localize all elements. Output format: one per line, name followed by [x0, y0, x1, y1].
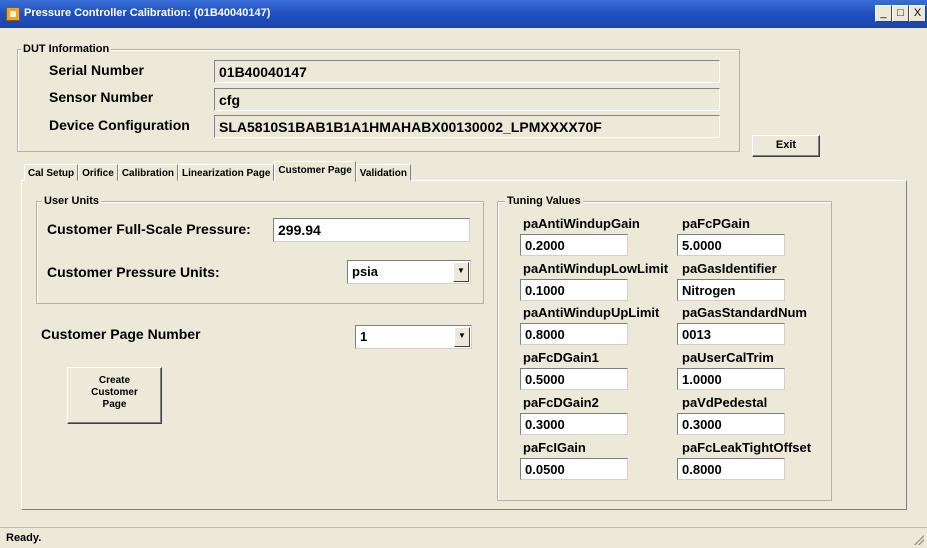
dropdown-arrow-icon[interactable]: ▼ — [453, 262, 469, 282]
device-configuration-label: Device Configuration — [49, 117, 190, 133]
minimize-button[interactable]: _ — [875, 5, 892, 22]
create-customer-page-button[interactable]: Create Customer Page — [67, 367, 162, 424]
app-icon — [6, 7, 20, 21]
tuning-label-paAntiWindupLowLimit: paAntiWindupLowLimit — [523, 261, 669, 276]
customer-pressure-units-select[interactable]: psia ▼ — [347, 260, 471, 284]
tuning-input-paAntiWindupGain[interactable]: 0.2000 — [520, 234, 628, 256]
user-units-label: User Units — [42, 195, 102, 207]
exit-button[interactable]: Exit — [752, 135, 820, 157]
tab-customer-page[interactable]: Customer Page — [274, 161, 356, 182]
tuning-label-paVdPedestal: paVdPedestal — [682, 395, 768, 410]
customer-page-number-label: Customer Page Number — [41, 326, 201, 342]
tuning-input-paAntiWindupLowLimit[interactable]: 0.1000 — [520, 279, 628, 301]
tuning-label-paFcIGain: paFcIGain — [523, 440, 586, 455]
tuning-values-label: Tuning Values — [505, 195, 583, 207]
tuning-label-paFcDGain2: paFcDGain2 — [523, 395, 599, 410]
tuning-label-paFcPGain: paFcPGain — [682, 216, 750, 231]
tab-calibration[interactable]: Calibration — [117, 164, 179, 181]
serial-number-label: Serial Number — [49, 62, 144, 78]
tuning-input-paFcPGain[interactable]: 5.0000 — [677, 234, 785, 256]
customer-page-number-select[interactable]: 1 ▼ — [355, 325, 472, 349]
customer-fullscale-label: Customer Full-Scale Pressure: — [47, 221, 251, 237]
tuning-input-paFcIGain[interactable]: 0.0500 — [520, 458, 628, 480]
user-units-group — [36, 201, 484, 304]
sensor-number-label: Sensor Number — [49, 89, 154, 105]
tuning-input-paFcDGain1[interactable]: 0.5000 — [520, 368, 628, 390]
customer-pressure-units-label: Customer Pressure Units: — [47, 264, 220, 280]
tuning-input-paGasStandardNum[interactable]: 0013 — [677, 323, 785, 345]
customer-page-number-value: 1 — [360, 329, 368, 344]
window-title: Pressure Controller Calibration: (01B400… — [24, 7, 271, 19]
tuning-label-paGasStandardNum: paGasStandardNum — [682, 305, 807, 320]
tuning-input-paAntiWindupUpLimit[interactable]: 0.8000 — [520, 323, 628, 345]
tab-linearization-page[interactable]: Linearization Page — [178, 164, 275, 181]
maximize-button[interactable]: □ — [892, 5, 909, 22]
customer-pressure-units-value: psia — [352, 264, 379, 279]
tuning-label-paFcDGain1: paFcDGain1 — [523, 350, 599, 365]
tab-cal-setup[interactable]: Cal Setup — [24, 164, 79, 181]
sensor-number-field[interactable]: cfg — [214, 88, 720, 111]
tuning-input-paFcDGain2[interactable]: 0.3000 — [520, 413, 628, 435]
tuning-input-paFcLeakTightOffset[interactable]: 0.8000 — [677, 458, 785, 480]
tuning-label-paAntiWindupGain: paAntiWindupGain — [523, 216, 640, 231]
tuning-input-paUserCalTrim[interactable]: 1.0000 — [677, 368, 785, 390]
customer-fullscale-input[interactable]: 299.94 — [273, 218, 470, 242]
resize-grip-icon[interactable] — [914, 535, 924, 545]
tuning-label-paUserCalTrim: paUserCalTrim — [682, 350, 774, 365]
tuning-input-paGasIdentifier[interactable]: Nitrogen — [677, 279, 785, 301]
tuning-label-paAntiWindupUpLimit: paAntiWindupUpLimit — [523, 305, 660, 320]
device-configuration-field[interactable]: SLA5810S1BAB1B1A1HMAHABX00130002_LPMXXXX… — [214, 115, 720, 138]
serial-number-field[interactable]: 01B40040147 — [214, 60, 720, 83]
tuning-label-paFcLeakTightOffset: paFcLeakTightOffset — [682, 440, 812, 455]
dut-information-label: DUT Information — [21, 43, 112, 55]
tab-strip: Cal Setup Orifice Calibration Linearizat… — [24, 161, 411, 182]
dropdown-arrow-icon[interactable]: ▼ — [454, 327, 470, 347]
tuning-input-paVdPedestal[interactable]: 0.3000 — [677, 413, 785, 435]
close-button[interactable]: X — [909, 5, 926, 22]
tuning-label-paGasIdentifier: paGasIdentifier — [682, 261, 777, 276]
tab-validation[interactable]: Validation — [355, 164, 411, 181]
status-text: Ready. — [6, 532, 42, 544]
tab-orifice[interactable]: Orifice — [78, 164, 118, 181]
status-bar — [0, 527, 927, 548]
